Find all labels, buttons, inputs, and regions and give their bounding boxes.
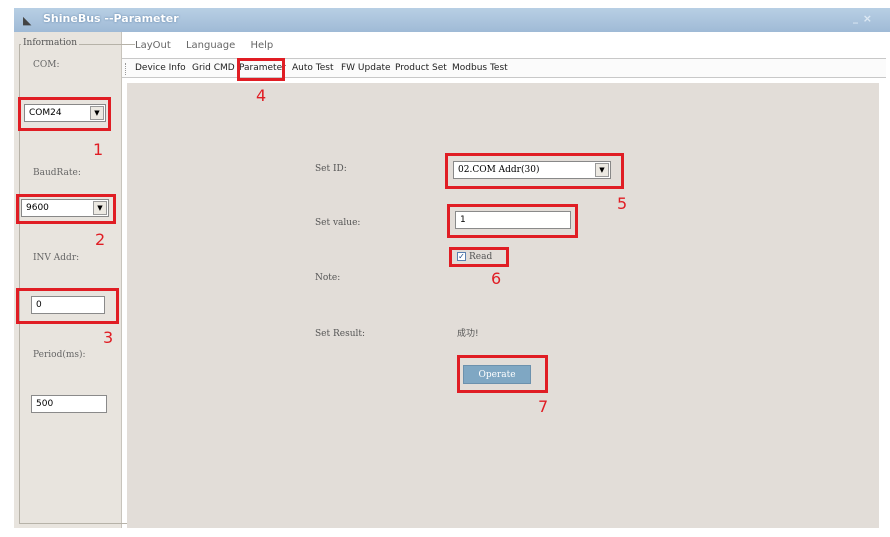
annotation-box-5 xyxy=(445,153,624,189)
set-result-label: Set Result: xyxy=(315,329,366,339)
tab-fw-update[interactable]: FW Update xyxy=(341,63,391,73)
toolbar-grip xyxy=(125,63,127,75)
close-button[interactable]: × xyxy=(863,12,872,25)
annotation-number-1: 1 xyxy=(93,140,104,159)
annotation-number-5: 5 xyxy=(617,194,628,213)
title-bar: ◣ ShineBus --Parameter _ × xyxy=(14,8,890,32)
app-icon: ◣ xyxy=(23,14,32,27)
period-label: Period(ms): xyxy=(33,350,86,360)
note-label: Note: xyxy=(315,273,341,283)
annotation-box-7 xyxy=(457,355,548,393)
inv-addr-label: INV Addr: xyxy=(33,253,80,263)
menu-bar: LayOut Language Help xyxy=(135,40,285,51)
set-value-label: Set value: xyxy=(315,218,361,228)
annotation-box-1 xyxy=(18,97,111,131)
period-input[interactable]: 500 xyxy=(31,395,107,413)
set-result-value: 成功! xyxy=(457,329,479,339)
tab-product-set[interactable]: Product Set xyxy=(395,63,447,73)
menu-language[interactable]: Language xyxy=(186,40,235,51)
annotation-box-6 xyxy=(449,247,509,267)
minimize-button[interactable]: _ xyxy=(853,13,858,24)
tab-device-info[interactable]: Device Info xyxy=(135,63,186,73)
tab-grid-cmd[interactable]: Grid CMD xyxy=(192,63,235,73)
window-title: ShineBus --Parameter xyxy=(43,12,179,25)
menu-help[interactable]: Help xyxy=(250,40,273,51)
parameter-panel xyxy=(127,83,879,528)
menu-layout[interactable]: LayOut xyxy=(135,40,171,51)
baudrate-label: BaudRate: xyxy=(33,168,81,178)
annotation-number-7: 7 xyxy=(538,397,549,416)
annotation-number-3: 3 xyxy=(103,328,114,347)
information-legend: Information xyxy=(21,38,80,48)
annotation-box-5b xyxy=(447,204,578,238)
annotation-number-6: 6 xyxy=(491,269,502,288)
set-id-label: Set ID: xyxy=(315,164,347,174)
annotation-box-4 xyxy=(237,58,285,81)
annotation-box-3 xyxy=(16,288,119,324)
annotation-number-4: 4 xyxy=(256,86,267,105)
com-label: COM: xyxy=(33,60,60,70)
tab-auto-test[interactable]: Auto Test xyxy=(292,63,333,73)
tab-modbus-test[interactable]: Modbus Test xyxy=(452,63,508,73)
annotation-box-2 xyxy=(16,194,116,224)
annotation-number-2: 2 xyxy=(95,230,106,249)
